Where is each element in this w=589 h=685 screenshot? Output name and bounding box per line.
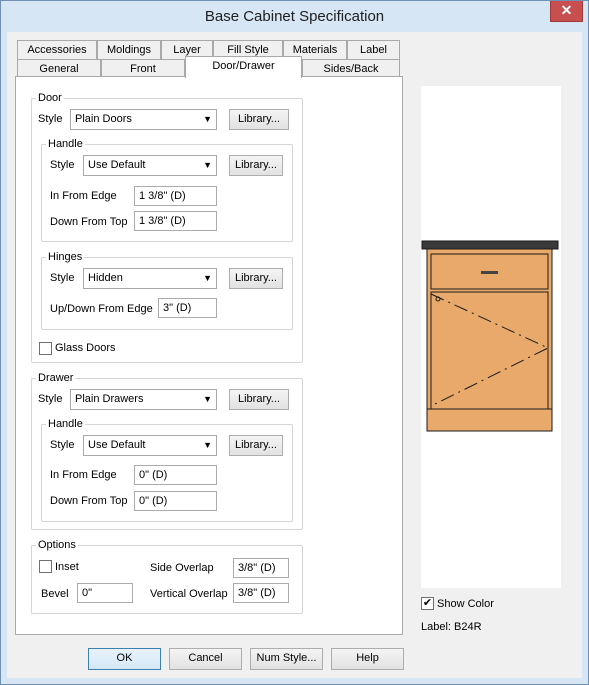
toe-kick: [426, 408, 553, 432]
door-handle-down-from-top-label: Down From Top: [50, 216, 128, 228]
options-group: [31, 545, 303, 614]
tab-moldings[interactable]: Moldings: [97, 40, 161, 59]
title-bar[interactable]: Base Cabinet Specification ✕: [1, 1, 588, 32]
drawer-handle-down-from-top-label: Down From Top: [50, 495, 128, 507]
close-button[interactable]: ✕: [550, 1, 583, 22]
chevron-down-icon: ▼: [203, 394, 212, 404]
door-drawer-panel: Door Style Plain Doors ▼ Library... Hand…: [15, 76, 403, 635]
cabinet-preview: [421, 86, 561, 588]
window-title: Base Cabinet Specification: [204, 8, 385, 25]
door-handle-style-value: Use Default: [88, 159, 146, 171]
drawer-handle-style-label: Style: [50, 439, 75, 451]
door-style-value: Plain Doors: [75, 113, 132, 125]
door-style-label: Style: [38, 113, 63, 125]
chevron-down-icon: ▼: [203, 114, 212, 124]
drawer-group-label: Drawer: [36, 372, 76, 384]
cabinet-drawing: [421, 240, 559, 432]
inset-checkbox[interactable]: [39, 560, 52, 573]
hinges-style-label: Style: [50, 272, 75, 284]
door-handle-style-select[interactable]: Use Default ▼: [83, 155, 217, 176]
cabinet-label-text: Label: B24R: [421, 621, 482, 633]
tab-label[interactable]: Label: [347, 40, 400, 59]
hinges-group-label: Hinges: [46, 251, 85, 263]
drawer-handle-style-select[interactable]: Use Default ▼: [83, 435, 217, 456]
side-overlap-label: Side Overlap: [150, 562, 214, 574]
side-overlap-input[interactable]: 3/8" (D): [233, 558, 289, 578]
door-group-label: Door: [36, 92, 64, 104]
door-handle-library-button[interactable]: Library...: [229, 155, 283, 176]
glass-doors-checkbox[interactable]: [39, 342, 52, 355]
hinges-style-select[interactable]: Hidden ▼: [83, 268, 217, 289]
drawer-style-label: Style: [38, 393, 63, 405]
vertical-overlap-input[interactable]: 3/8" (D): [233, 583, 289, 603]
hinges-updown-label: Up/Down From Edge: [50, 303, 153, 315]
bevel-label: Bevel: [41, 588, 69, 600]
ok-button[interactable]: OK: [88, 648, 161, 670]
drawer-handle-in-from-edge-input[interactable]: 0" (D): [134, 465, 217, 485]
show-color-label: Show Color: [437, 598, 494, 610]
drawer-handle-in-from-edge-label: In From Edge: [50, 469, 117, 481]
inset-label: Inset: [55, 561, 79, 573]
door-library-button[interactable]: Library...: [229, 109, 289, 130]
door-handle-in-from-edge-input[interactable]: 1 3/8" (D): [134, 186, 217, 206]
drawer-handle-library-button[interactable]: Library...: [229, 435, 283, 456]
chevron-down-icon: ▼: [203, 273, 212, 283]
door-handle-style-label: Style: [50, 159, 75, 171]
door-handle-group-label: Handle: [46, 138, 85, 150]
hinges-updown-input[interactable]: 3" (D): [158, 298, 217, 318]
drawer-handle-style-value: Use Default: [88, 439, 146, 451]
chevron-down-icon: ▼: [203, 160, 212, 170]
door-front: [430, 291, 549, 410]
help-button[interactable]: Help: [331, 648, 404, 670]
bevel-input[interactable]: 0": [77, 583, 133, 603]
drawer-library-button[interactable]: Library...: [229, 389, 289, 410]
glass-doors-label: Glass Doors: [55, 342, 116, 354]
options-group-label: Options: [36, 539, 78, 551]
drawer-style-value: Plain Drawers: [75, 393, 144, 405]
vertical-overlap-label: Vertical Overlap: [150, 588, 228, 600]
tab-accessories[interactable]: Accessories: [17, 40, 97, 59]
drawer-handle-group-label: Handle: [46, 418, 85, 430]
countertop: [421, 240, 559, 250]
drawer-handle-down-from-top-input[interactable]: 0" (D): [134, 491, 217, 511]
drawer-handle: [481, 271, 498, 274]
show-color-checkbox[interactable]: ✔: [421, 597, 434, 610]
drawer-style-select[interactable]: Plain Drawers ▼: [70, 389, 217, 410]
hinges-library-button[interactable]: Library...: [229, 268, 283, 289]
num-style-button[interactable]: Num Style...: [250, 648, 323, 670]
door-style-select[interactable]: Plain Doors ▼: [70, 109, 217, 130]
chevron-down-icon: ▼: [203, 440, 212, 450]
tab-door-drawer[interactable]: Door/Drawer: [185, 56, 302, 78]
cancel-button[interactable]: Cancel: [169, 648, 242, 670]
hinges-style-value: Hidden: [88, 272, 123, 284]
door-handle-in-from-edge-label: In From Edge: [50, 190, 117, 202]
door-handle-down-from-top-input[interactable]: 1 3/8" (D): [134, 211, 217, 231]
